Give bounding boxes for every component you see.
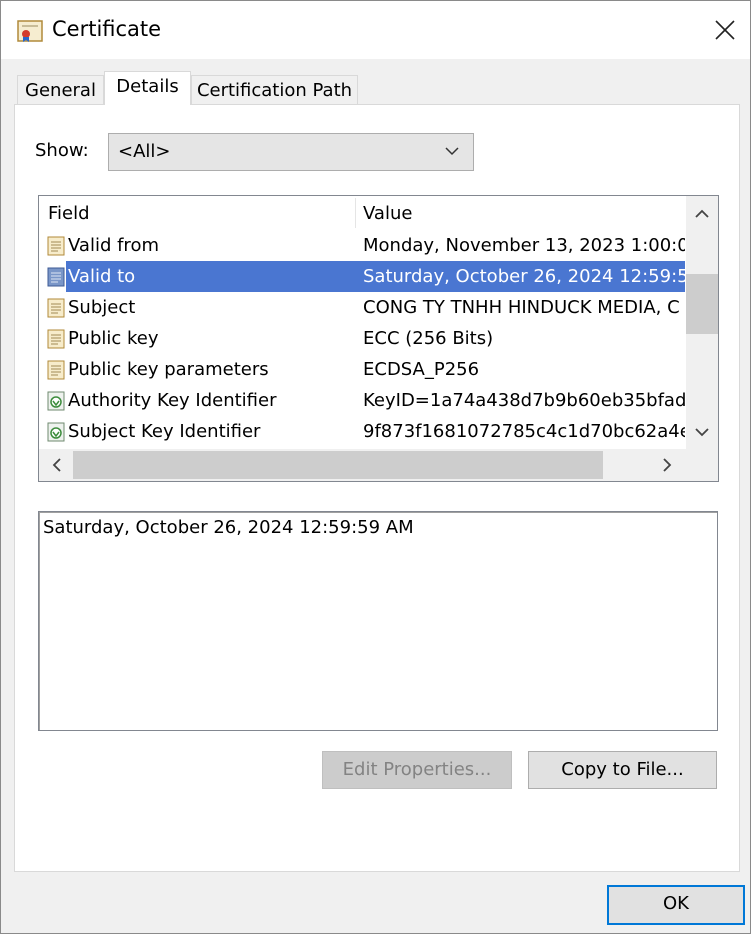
list-item-value: KeyID=1a74a438d7b9b60eb35bfadc [363,390,685,411]
field-value-text: Saturday, October 26, 2024 12:59:59 AM [43,517,414,538]
dialog-title: Certificate [52,17,162,41]
extension-field-icon [47,422,65,442]
column-header-value[interactable]: Value [363,203,412,224]
tab-details[interactable]: Details [104,71,191,105]
list-item-field: Subject [68,297,136,318]
column-header-field[interactable]: Field [48,203,90,224]
field-value-textbox[interactable]: Saturday, October 26, 2024 12:59:59 AM [38,511,718,731]
list-item[interactable]: Subject Key Identifier 9f873f1681072785c… [39,416,685,447]
list-item-field: Public key parameters [68,359,269,380]
certificate-field-icon [47,329,65,349]
list-item[interactable]: Public key ECC (256 Bits) [39,323,685,354]
list-item-value: 9f873f1681072785c4c1d70bc62a4ee [363,421,685,442]
scroll-right-button[interactable] [651,449,683,481]
list-item-field: Authority Key Identifier [68,390,277,411]
list-item-value: ECDSA_P256 [363,359,480,380]
tab-general[interactable]: General [17,75,104,105]
list-item[interactable]: Authority Key Identifier KeyID=1a74a438d… [39,385,685,416]
horizontal-scrollbar[interactable] [39,449,686,481]
close-icon [715,20,735,40]
ok-button[interactable]: OK [607,885,745,925]
list-item-value: ECC (256 Bits) [363,328,494,349]
scroll-up-button[interactable] [686,198,718,230]
list-item[interactable]: Subject CONG TY TNHH HINDUCK MEDIA, C [39,292,685,323]
certificate-dialog: Certificate General Details Certificatio… [0,0,751,934]
show-label: Show: [35,140,89,161]
list-header: Field Value [39,196,687,230]
column-divider[interactable] [355,198,356,228]
tab-general-label: General [25,80,96,101]
fields-list[interactable]: Field Value Valid from Monday, November … [38,195,719,482]
list-item-field: Public key [68,328,159,349]
title-bar: Certificate [1,1,750,59]
horizontal-scroll-thumb[interactable] [73,451,603,479]
scroll-down-button[interactable] [686,416,718,448]
list-item-field: Valid to [66,261,362,292]
chevron-left-icon [52,458,61,472]
chevron-down-icon [695,428,709,437]
list-item-value: Monday, November 13, 2023 1:00:00 AM [363,235,685,256]
list-item-field: Subject Key Identifier [68,421,261,442]
list-item[interactable]: Valid from Monday, November 13, 2023 1:0… [39,230,685,261]
list-item[interactable]: Public key parameters ECDSA_P256 [39,354,685,385]
edit-properties-button[interactable]: Edit Properties... [322,751,512,789]
tab-certification-path[interactable]: Certification Path [191,75,358,105]
list-item-field: Valid from [68,235,159,256]
chevron-up-icon [695,209,709,218]
tab-details-label: Details [116,76,179,97]
extension-field-icon [47,391,65,411]
list-item-selected[interactable]: Valid to Saturday, October 26, 2024 12:5… [39,261,685,292]
scrollbar-corner [686,449,718,481]
show-dropdown-value: <All> [118,141,171,162]
certificate-icon [17,20,43,42]
chevron-right-icon [663,458,672,472]
show-dropdown[interactable]: <All> [108,133,474,171]
vertical-scrollbar[interactable] [686,196,718,450]
certificate-field-icon [47,360,65,380]
copy-to-file-button[interactable]: Copy to File... [528,751,717,789]
certificate-field-icon [47,298,65,318]
close-button[interactable] [699,11,751,49]
scroll-left-button[interactable] [41,449,73,481]
tab-certification-path-label: Certification Path [196,80,353,101]
certificate-field-icon [47,236,65,256]
certificate-field-icon [47,267,65,287]
vertical-scroll-thumb[interactable] [686,274,718,334]
chevron-down-icon [445,147,459,156]
list-item-value: Saturday, October 26, 2024 12:59:59 AM [355,261,685,292]
list-item-value: CONG TY TNHH HINDUCK MEDIA, C [363,297,680,318]
